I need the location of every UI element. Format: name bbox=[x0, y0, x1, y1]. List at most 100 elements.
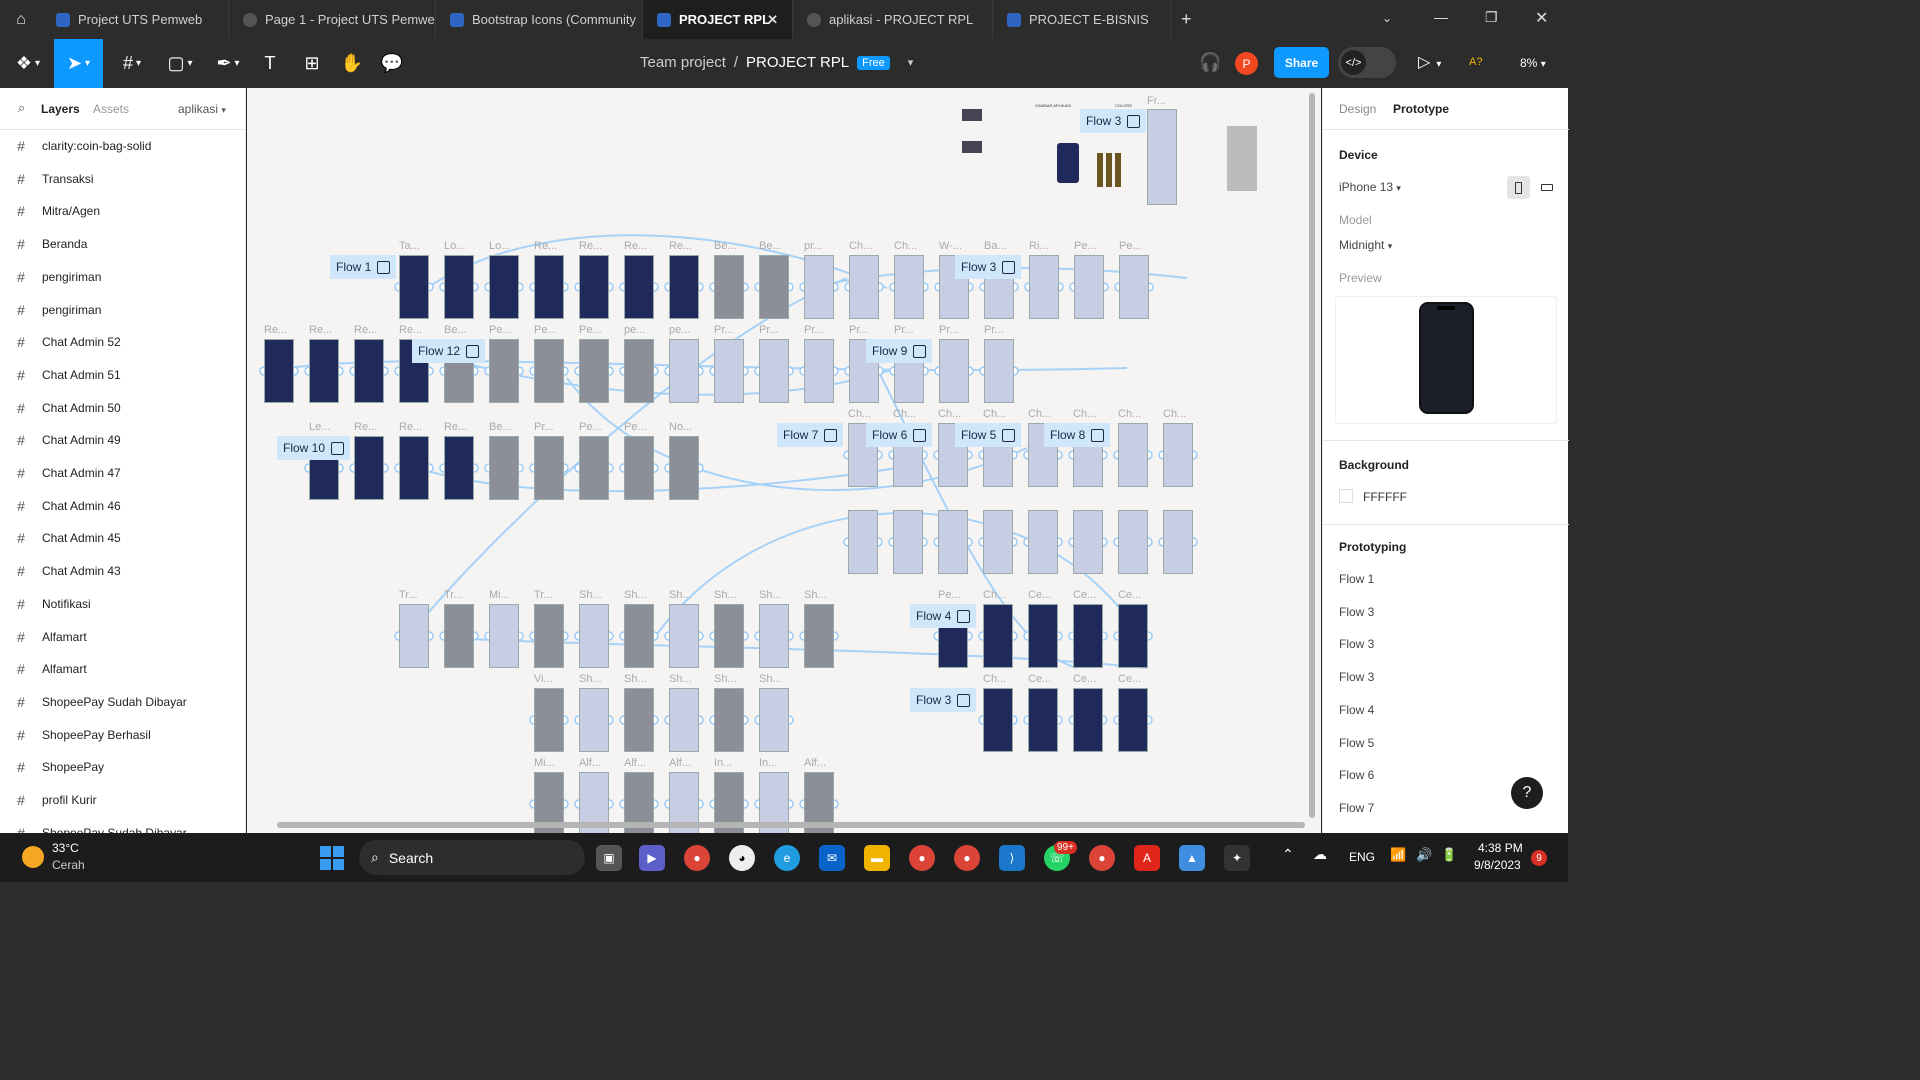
chevron-down-icon[interactable]: ⌄ bbox=[1382, 11, 1392, 25]
notification-badge[interactable]: 9 bbox=[1531, 850, 1547, 866]
panda-app-icon[interactable]: ◕ bbox=[729, 845, 755, 871]
layer-item[interactable]: # Beranda bbox=[0, 228, 245, 260]
screen-frame[interactable] bbox=[804, 339, 834, 403]
minimize-icon[interactable]: — bbox=[1434, 9, 1448, 25]
language-indicator[interactable]: ENG bbox=[1349, 850, 1375, 864]
browser-tab[interactable]: Page 1 - Project UTS Pemwe bbox=[229, 0, 436, 39]
screen-frame[interactable] bbox=[579, 436, 609, 500]
browser-tab[interactable]: Bootstrap Icons (Community bbox=[436, 0, 643, 39]
clock-time[interactable]: 4:38 PM bbox=[1478, 841, 1523, 855]
screen-frame[interactable] bbox=[264, 339, 294, 403]
font-check-indicator[interactable]: A? bbox=[1469, 56, 1482, 68]
screen-frame[interactable] bbox=[624, 688, 654, 752]
screen-frame[interactable] bbox=[579, 688, 609, 752]
figma-menu-icon[interactable]: ❖ ▾ bbox=[8, 39, 48, 88]
layer-item[interactable]: # ShopeePay Berhasil bbox=[0, 719, 245, 751]
screen-frame[interactable] bbox=[759, 339, 789, 403]
wifi-icon[interactable]: 📶 bbox=[1390, 847, 1406, 863]
screen-frame[interactable] bbox=[894, 255, 924, 319]
screen-frame[interactable] bbox=[669, 604, 699, 668]
tab-assets[interactable]: Assets bbox=[93, 102, 129, 116]
screen-frame[interactable] bbox=[939, 339, 969, 403]
screen-frame[interactable] bbox=[1119, 255, 1149, 319]
text-tool-icon[interactable]: T bbox=[256, 39, 284, 88]
screen-frame[interactable] bbox=[399, 436, 429, 500]
screen-frame[interactable] bbox=[444, 255, 474, 319]
file-menu-chevron-icon[interactable]: ▾ bbox=[908, 56, 914, 69]
flow-starting-point-tag[interactable]: Flow 4 bbox=[910, 604, 977, 628]
screen-frame[interactable] bbox=[1118, 688, 1148, 752]
frame-tool-icon[interactable]: # ▾ bbox=[112, 39, 152, 88]
vscode-icon[interactable]: ⟩ bbox=[999, 845, 1025, 871]
resources-icon[interactable]: ⊞ bbox=[298, 39, 326, 88]
close-tab-icon[interactable]: ✕ bbox=[767, 12, 778, 28]
page-selector[interactable]: aplikasi ▾ bbox=[178, 102, 226, 116]
background-hex[interactable]: FFFFFF bbox=[1363, 490, 1407, 504]
move-tool-icon[interactable]: ➤ ▾ bbox=[54, 39, 103, 88]
screen-frame[interactable] bbox=[669, 688, 699, 752]
layer-item[interactable]: # ShopeePay Sudah Dibayar bbox=[0, 686, 245, 718]
screen-frame[interactable] bbox=[354, 436, 384, 500]
tab-prototype[interactable]: Prototype bbox=[1393, 102, 1449, 116]
screen-frame[interactable] bbox=[714, 604, 744, 668]
screen-frame[interactable] bbox=[534, 436, 564, 500]
zoom-level[interactable]: 8% ▾ bbox=[1520, 56, 1546, 70]
gray-placeholder-frame[interactable] bbox=[1227, 126, 1257, 191]
layer-item[interactable]: # Alfamart bbox=[0, 653, 245, 685]
portrait-icon[interactable] bbox=[1507, 176, 1530, 199]
mail-icon[interactable]: ✉ bbox=[819, 845, 845, 871]
screen-frame[interactable] bbox=[1118, 423, 1148, 487]
screen-frame[interactable] bbox=[1074, 255, 1104, 319]
home-icon[interactable]: ⌂ bbox=[0, 0, 42, 39]
weather-temp[interactable]: 33°C bbox=[52, 841, 79, 855]
vertical-scrollbar[interactable] bbox=[1309, 93, 1315, 818]
layer-item[interactable]: # Transaksi bbox=[0, 163, 245, 195]
screen-frame[interactable] bbox=[1118, 510, 1148, 574]
background-swatch[interactable] bbox=[1339, 489, 1353, 503]
file-name[interactable]: PROJECT RPL bbox=[746, 54, 849, 71]
prototype-flow-item[interactable]: Flow 3 bbox=[1339, 670, 1374, 684]
browser-tab[interactable]: PROJECT E-BISNIS bbox=[993, 0, 1171, 39]
screen-frame[interactable] bbox=[669, 339, 699, 403]
tab-design[interactable]: Design bbox=[1339, 102, 1376, 116]
figma-taskbar-icon[interactable]: ✦ bbox=[1224, 845, 1250, 871]
screen-frame[interactable] bbox=[399, 604, 429, 668]
screen-frame[interactable] bbox=[624, 604, 654, 668]
screen-frame[interactable] bbox=[579, 339, 609, 403]
screen-frame[interactable] bbox=[938, 510, 968, 574]
layer-item[interactable]: # Chat Admin 47 bbox=[0, 457, 245, 489]
screen-frame[interactable] bbox=[354, 339, 384, 403]
breadcrumb-team[interactable]: Team project bbox=[640, 54, 726, 71]
screen-frame[interactable] bbox=[983, 688, 1013, 752]
screen-frame[interactable] bbox=[624, 339, 654, 403]
screen-frame[interactable] bbox=[1163, 423, 1193, 487]
avatar[interactable]: P bbox=[1235, 52, 1258, 75]
layer-item[interactable]: # Mitra/Agen bbox=[0, 195, 245, 227]
screen-frame[interactable] bbox=[714, 255, 744, 319]
screen-frame[interactable] bbox=[534, 339, 564, 403]
screen-frame[interactable] bbox=[1029, 255, 1059, 319]
landscape-icon[interactable] bbox=[1535, 176, 1558, 199]
flow-starting-point-tag[interactable]: Flow 1 bbox=[330, 255, 397, 279]
screen-frame[interactable] bbox=[624, 436, 654, 500]
chrome-alt-icon[interactable]: ● bbox=[1089, 845, 1115, 871]
weather-icon[interactable] bbox=[22, 846, 44, 868]
browser-tab[interactable]: PROJECT RPL ✕ bbox=[643, 0, 793, 39]
flow-starting-point-tag[interactable]: Flow 3 bbox=[955, 255, 1022, 279]
screen-frame[interactable] bbox=[893, 510, 923, 574]
volume-icon[interactable]: 🔊 bbox=[1416, 847, 1432, 863]
screen-frame[interactable] bbox=[1028, 604, 1058, 668]
screen-frame[interactable] bbox=[804, 255, 834, 319]
screen-frame[interactable] bbox=[444, 436, 474, 500]
present-play-icon[interactable]: ▷ ▾ bbox=[1418, 52, 1441, 72]
taskbar-search-box[interactable]: ⌕ Search bbox=[359, 840, 585, 875]
flow-starting-point-tag[interactable]: Flow 6 bbox=[866, 423, 933, 447]
prototype-flow-item[interactable]: Flow 6 bbox=[1339, 768, 1374, 782]
assets-board[interactable]: GAMBAR APLIKASI COLORS Fr... bbox=[957, 95, 1177, 208]
horizontal-scrollbar[interactable] bbox=[277, 822, 1305, 828]
screen-frame[interactable] bbox=[444, 604, 474, 668]
layer-item[interactable]: # Chat Admin 51 bbox=[0, 359, 245, 391]
prototype-flow-item[interactable]: Flow 5 bbox=[1339, 736, 1374, 750]
screen-frame[interactable] bbox=[399, 255, 429, 319]
pen-tool-icon[interactable]: ✒ ▾ bbox=[208, 39, 248, 88]
